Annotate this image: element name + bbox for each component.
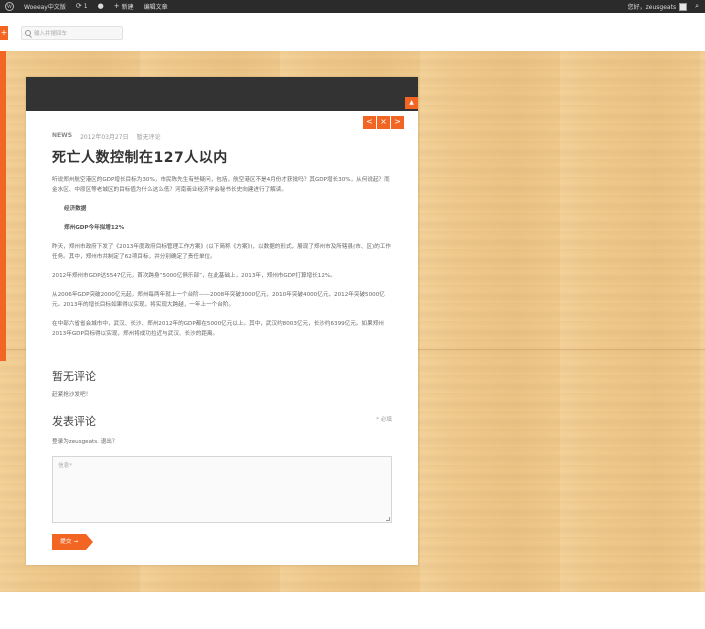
post-paragraph: 昨天，郑州市政府下发了《2013年度政府目标管理工作方案》(以下简称《方案》)，…	[52, 244, 392, 260]
collapse-up-button[interactable]: ▲	[405, 97, 418, 109]
admin-search-button[interactable]: ⌕	[689, 0, 705, 13]
post-title: 死亡人数控制在127人以内	[52, 150, 228, 166]
card-header: ▲	[26, 77, 418, 111]
my-account-menu[interactable]: 您好，zeusgeats	[623, 0, 689, 13]
next-post-button[interactable]: >	[391, 116, 404, 129]
comment-textarea[interactable]: 信息*	[52, 456, 392, 523]
updates-link[interactable]: ⟳ 1	[71, 0, 93, 13]
post-meta: NEWS 2012年03月27日 暂无评论	[52, 132, 161, 141]
post-subheading: 郑州GDP今年拟增12%	[64, 224, 125, 231]
post-nav: < × >	[363, 116, 404, 129]
search-input[interactable]: 输入并搜回车	[21, 26, 123, 40]
search-icon: ⌕	[695, 2, 699, 10]
required-note: * 必填	[376, 417, 392, 423]
admin-bar: W Woeeay中文版 ⟳ 1 ● + 新建 编辑文章 您好，zeusgeats…	[0, 0, 705, 13]
logged-in-as-link[interactable]: 登录为zeusgeats. 退出？	[52, 437, 117, 445]
reply-heading: 发表评论	[52, 415, 96, 428]
edit-post-link[interactable]: 编辑文章	[139, 0, 173, 13]
refresh-icon: ⟳	[75, 2, 82, 10]
post-date: 2012年03月27日	[80, 134, 129, 141]
comment-bubble-icon: ●	[97, 2, 104, 10]
prev-post-button[interactable]: <	[363, 116, 376, 129]
search-placeholder: 输入并搜回车	[34, 31, 68, 37]
sidebar-toggle-button[interactable]: +	[0, 26, 8, 40]
new-content-label: 新建	[121, 4, 134, 11]
site-name-link[interactable]: Woeeay中文版	[19, 0, 71, 13]
wp-logo-menu[interactable]: W	[0, 0, 19, 13]
no-comments-tip: 赶紧抢沙发吧！	[52, 392, 92, 398]
resize-handle-icon[interactable]	[386, 517, 390, 521]
post-category-link[interactable]: NEWS	[52, 132, 72, 141]
comments-heading: 暂无评论	[52, 370, 96, 383]
comments-link[interactable]: ●	[93, 0, 109, 13]
comment-placeholder: 信息*	[58, 463, 72, 469]
greeting-text: 您好，zeusgeats	[627, 4, 677, 11]
post-paragraph: 在中部六省省会城市中，武汉、长沙、郑州2012年的GDP都在5000亿元以上。其…	[52, 320, 384, 337]
post-paragraph: 听说郑州航空港区的GDP增长目标为30%，市民陈先生有些疑问，包括，航空港区不是…	[52, 177, 390, 193]
post-comments-link[interactable]: 暂无评论	[137, 132, 161, 141]
left-accent-bar	[0, 51, 6, 361]
avatar	[679, 2, 688, 11]
post-paragraph: 2012年郑州市GDP达5547亿元，首次跨身“5000亿俱乐部”，在此基础上，…	[52, 272, 336, 279]
close-post-button[interactable]: ×	[377, 116, 390, 129]
updates-count: 1	[83, 3, 88, 10]
post-body: 听说郑州航空港区的GDP增长目标为30%，市民陈先生有些疑问，包括，航空港区不是…	[52, 176, 392, 349]
plus-icon: +	[113, 2, 120, 10]
article-card: ▲ < × > NEWS 2012年03月27日 暂无评论 死亡人数控制在127…	[26, 77, 418, 565]
post-subheading: 经济数据	[64, 205, 87, 212]
new-content-menu[interactable]: + 新建	[109, 0, 139, 13]
wordpress-logo-icon: W	[5, 2, 14, 11]
submit-comment-button[interactable]: 提交 →	[52, 534, 93, 550]
search-icon	[25, 30, 31, 36]
post-paragraph: 从2006年GDP突破2000亿元起，郑州每两年就上一个台阶——2008年突破3…	[52, 292, 385, 308]
